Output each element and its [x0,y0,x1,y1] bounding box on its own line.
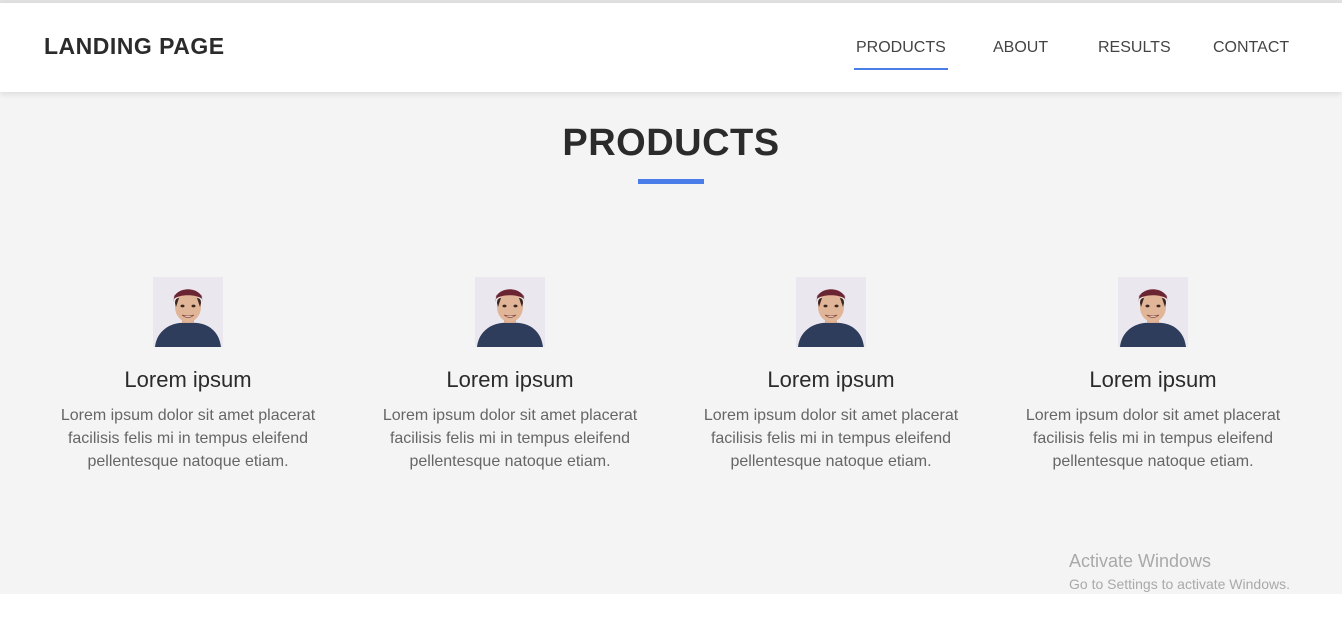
brand-logo[interactable]: LANDING PAGE [44,33,225,60]
avatar-image [475,277,545,347]
products-section: PRODUCTS Lorem ipsum Lorem ipsum dolor s… [0,92,1342,594]
product-card: Lorem ipsum Lorem ipsum dolor sit amet p… [360,277,660,473]
avatar-image [796,277,866,347]
windows-activation-title: Activate Windows [1069,551,1212,571]
product-card: Lorem ipsum Lorem ipsum dolor sit amet p… [681,277,981,473]
section-title: PRODUCTS [562,122,780,164]
windows-activation-subtitle: Go to Settings to activate Windows. [1069,576,1290,592]
card-description: Lorem ipsum dolor sit amet placerat faci… [60,407,316,470]
product-card: Lorem ipsum Lorem ipsum dolor sit amet p… [1003,277,1303,473]
product-card: Lorem ipsum Lorem ipsum dolor sit amet p… [38,277,338,473]
nav-item-products[interactable]: PRODUCTS [854,39,948,70]
nav-item-results[interactable]: RESULTS [1098,39,1171,57]
card-title: Lorem ipsum [446,367,574,392]
card-title: Lorem ipsum [1089,367,1217,392]
avatar-image [1118,277,1188,347]
card-title: Lorem ipsum [767,367,895,392]
avatar-image [153,277,223,347]
title-underline [638,179,704,184]
nav-item-about[interactable]: ABOUT [993,39,1048,57]
card-description: Lorem ipsum dolor sit amet placerat faci… [1025,407,1281,470]
card-description: Lorem ipsum dolor sit amet placerat faci… [703,407,959,470]
card-description: Lorem ipsum dolor sit amet placerat faci… [382,407,638,470]
navbar: LANDING PAGE PRODUCTS ABOUT RESULTS CONT… [0,3,1342,92]
card-title: Lorem ipsum [124,367,252,392]
nav-item-contact[interactable]: CONTACT [1213,39,1289,57]
